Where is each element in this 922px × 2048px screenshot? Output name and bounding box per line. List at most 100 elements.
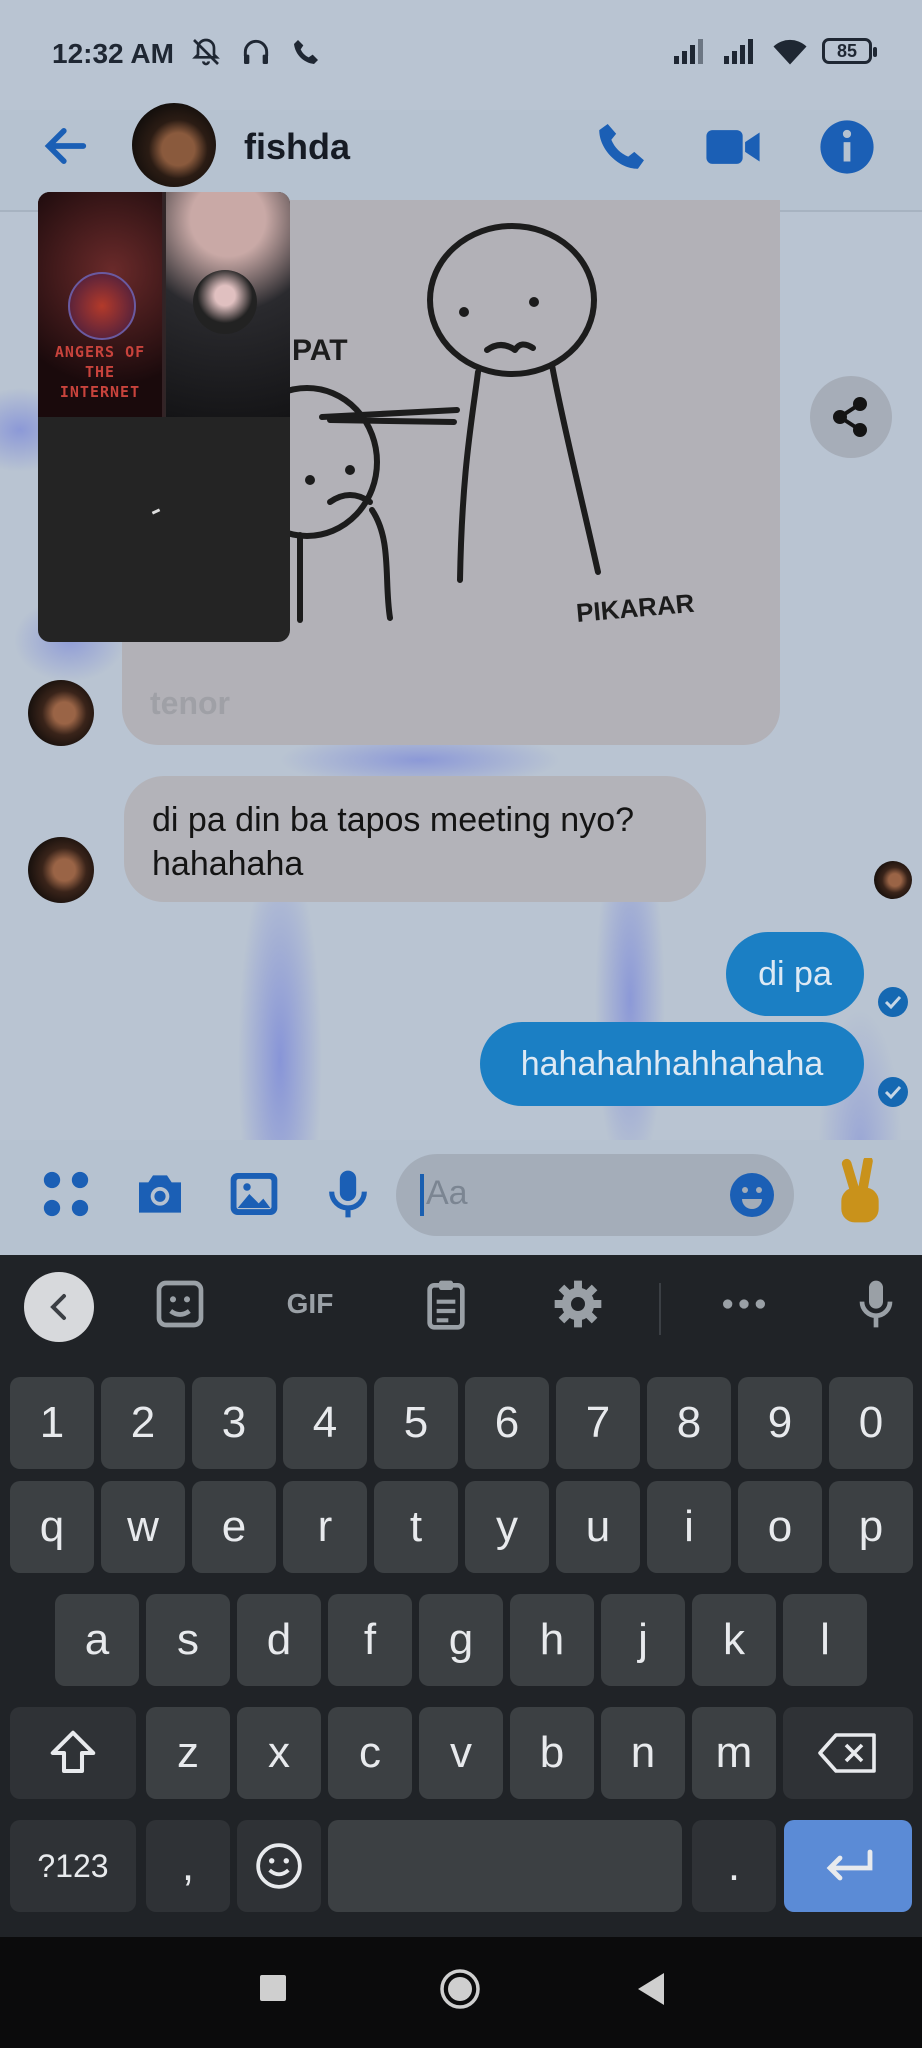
period-key[interactable]: . [692,1820,776,1912]
message-placeholder: Aa [426,1174,468,1212]
key-t[interactable]: t [374,1481,458,1573]
key-q[interactable]: q [10,1481,94,1573]
back-arrow-icon[interactable] [40,120,92,172]
toolbar-divider [659,1283,661,1335]
key-v[interactable]: v [419,1707,503,1799]
key-h[interactable]: h [510,1594,594,1686]
key-1[interactable]: 1 [10,1377,94,1469]
key-d[interactable]: d [237,1594,321,1686]
pip-title: ANGERS OF THE INTERNET [54,343,146,401]
camera-icon[interactable] [132,1166,188,1222]
pip-profile-circle [68,272,136,340]
key-z[interactable]: z [146,1707,230,1799]
key-6[interactable]: 6 [465,1377,549,1469]
info-icon[interactable] [818,118,876,176]
apps-grid-icon[interactable] [38,1166,94,1222]
emoji-key[interactable] [237,1820,321,1912]
outgoing-message[interactable]: hahahahhahhahaha [480,1022,864,1106]
key-o[interactable]: o [738,1481,822,1573]
peace-sign-icon[interactable] [828,1158,892,1228]
contact-name[interactable]: fishda [244,126,350,168]
gif-label-pikarar: PIKARAR [575,588,696,628]
key-s[interactable]: s [146,1594,230,1686]
emoji-icon [256,1843,302,1889]
pip-profile-circle-2 [193,270,257,334]
key-e[interactable]: e [192,1481,276,1573]
symbols-key[interactable]: ?123 [10,1820,136,1912]
contact-avatar[interactable] [132,103,216,187]
key-x[interactable]: x [237,1707,321,1799]
phone-call-icon[interactable] [592,118,650,176]
home-circle-icon[interactable] [438,1967,482,2011]
more-options-icon[interactable] [716,1275,772,1333]
key-0[interactable]: 0 [829,1377,913,1469]
video-pip-window[interactable]: ANGERS OF THE INTERNET [38,192,290,642]
headset-icon [243,39,269,64]
key-m[interactable]: m [692,1707,776,1799]
space-key[interactable] [328,1820,682,1912]
signal-icon [674,39,703,64]
status-right-icons: 85 [672,36,877,66]
comma-key[interactable]: , [146,1820,230,1912]
key-b[interactable]: b [510,1707,594,1799]
microphone-icon[interactable] [320,1166,376,1222]
pip-cursor [151,508,161,515]
chevron-left-icon [50,1294,66,1320]
key-f[interactable]: f [328,1594,412,1686]
shift-icon [50,1730,96,1774]
key-3[interactable]: 3 [192,1377,276,1469]
tenor-watermark: tenor [150,685,230,721]
key-i[interactable]: i [647,1481,731,1573]
backspace-icon [818,1733,876,1773]
sticker-icon[interactable] [152,1275,208,1333]
sender-avatar[interactable] [28,837,94,903]
key-8[interactable]: 8 [647,1377,731,1469]
key-4[interactable]: 4 [283,1377,367,1469]
status-time: 12:32 AM [52,38,174,69]
key-9[interactable]: 9 [738,1377,822,1469]
recents-square-icon[interactable] [258,1973,288,2003]
outgoing-message[interactable]: di pa [726,932,864,1016]
key-j[interactable]: j [601,1594,685,1686]
key-5[interactable]: 5 [374,1377,458,1469]
key-7[interactable]: 7 [556,1377,640,1469]
message-input[interactable]: Aa [396,1154,794,1236]
battery-icon: 85 [822,38,877,64]
key-g[interactable]: g [419,1594,503,1686]
key-y[interactable]: y [465,1481,549,1573]
settings-gear-icon[interactable] [550,1275,606,1333]
key-r[interactable]: r [283,1481,367,1573]
system-nav-bar [0,1937,922,2048]
key-u[interactable]: u [556,1481,640,1573]
key-2[interactable]: 2 [101,1377,185,1469]
emoji-icon[interactable] [728,1171,776,1219]
key-a[interactable]: a [55,1594,139,1686]
key-n[interactable]: n [601,1707,685,1799]
wifi-icon [773,39,807,65]
signal-icon-2 [724,39,753,64]
key-l[interactable]: l [783,1594,867,1686]
key-c[interactable]: c [328,1707,412,1799]
call-status-icon [294,40,318,64]
gif-label-pat: PAT [292,334,348,367]
backspace-key[interactable] [783,1707,913,1799]
sender-avatar[interactable] [28,680,94,746]
key-k[interactable]: k [692,1594,776,1686]
seen-avatar [874,861,912,899]
back-triangle-icon[interactable] [634,1971,668,2007]
incoming-message[interactable]: di pa din ba tapos meeting nyo? hahahaha [124,776,706,902]
gif-button[interactable]: GIF [280,1275,340,1333]
voice-input-icon[interactable] [848,1275,904,1333]
enter-key[interactable] [784,1820,912,1912]
shift-key[interactable] [10,1707,136,1799]
share-icon [833,397,867,437]
video-call-icon[interactable] [704,118,762,176]
status-bar: 12:32 AM 85 [0,0,922,110]
key-w[interactable]: w [101,1481,185,1573]
bell-off-icon [192,38,220,66]
gallery-icon[interactable] [226,1166,282,1222]
share-button[interactable] [810,376,892,458]
keyboard-collapse-button[interactable] [24,1272,94,1342]
key-p[interactable]: p [829,1481,913,1573]
clipboard-icon[interactable] [418,1275,474,1333]
